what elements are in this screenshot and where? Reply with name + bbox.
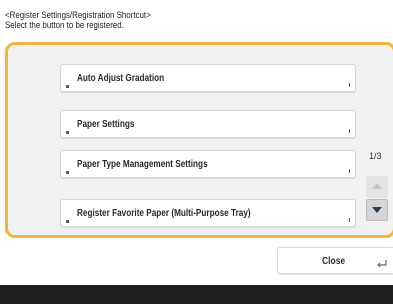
settings-list-panel: Auto Adjust Gradation Paper Settings Pap… <box>5 42 393 238</box>
corner-mark-icon <box>66 171 69 174</box>
arrow-up-icon <box>372 183 382 189</box>
close-button[interactable]: Close <box>277 247 393 274</box>
corner-tick-icon <box>349 129 350 133</box>
bottom-bar <box>0 285 393 304</box>
paper-settings-button[interactable]: Paper Settings <box>60 110 356 138</box>
scroll-down-button[interactable] <box>366 199 388 221</box>
item-label: Auto Adjust Gradation <box>77 73 165 84</box>
item-label: Paper Settings <box>77 119 135 130</box>
item-label: Paper Type Management Settings <box>77 159 208 170</box>
corner-mark-icon <box>66 220 69 223</box>
instruction-text: Select the button to be registered. <box>5 20 124 30</box>
register-favorite-paper-button[interactable]: Register Favorite Paper (Multi-Purpose T… <box>60 199 356 227</box>
corner-mark-icon <box>66 85 69 88</box>
paper-type-management-settings-button[interactable]: Paper Type Management Settings <box>60 150 356 178</box>
enter-icon <box>377 260 387 268</box>
breadcrumb-title: <Register Settings/Registration Shortcut… <box>5 10 151 20</box>
corner-tick-icon <box>349 218 350 222</box>
close-label: Close <box>322 256 346 267</box>
item-label: Register Favorite Paper (Multi-Purpose T… <box>77 208 251 219</box>
corner-tick-icon <box>349 169 350 173</box>
scroll-up-button <box>366 176 388 198</box>
page-indicator: 1/3 <box>369 151 382 161</box>
arrow-down-icon <box>372 207 382 213</box>
auto-adjust-gradation-button[interactable]: Auto Adjust Gradation <box>60 64 356 92</box>
header: <Register Settings/Registration Shortcut… <box>5 10 151 30</box>
corner-tick-icon <box>349 83 350 87</box>
corner-mark-icon <box>66 131 69 134</box>
